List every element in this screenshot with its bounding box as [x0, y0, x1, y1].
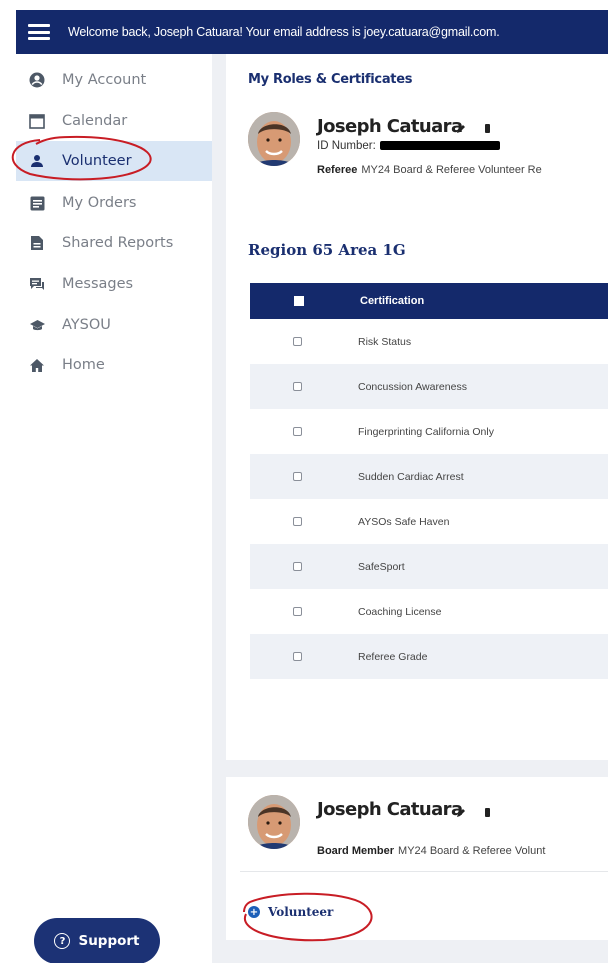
sidebar-item-label: My Orders [62, 195, 137, 211]
pencil-icon[interactable] [456, 124, 466, 134]
sidebar: My Account Calendar Volunteer My Orders … [16, 54, 212, 963]
cert-name: Risk Status [358, 335, 412, 348]
row-checkbox[interactable] [293, 382, 302, 391]
person-icon [28, 152, 46, 170]
board-member-card: Joseph Catuara Board Member MY24 Board & … [226, 777, 608, 940]
avatar [248, 795, 300, 849]
role-row: Board Member MY24 Board & Referee Volunt [317, 845, 545, 857]
cert-name: Concussion Awareness [358, 380, 467, 393]
id-number: ID Number: [317, 140, 500, 152]
cert-name: SafeSport [358, 560, 405, 573]
role-description: MY24 Board & Referee Volunt [398, 845, 546, 857]
cert-name: Referee Grade [358, 650, 428, 663]
plus-circle-icon: + [248, 906, 260, 918]
row-checkbox[interactable] [293, 472, 302, 481]
row-checkbox[interactable] [293, 652, 302, 661]
region-title: Region 65 Area 1G [248, 241, 406, 259]
welcome-message: Welcome back, Joseph Catuara! Your email… [68, 25, 500, 39]
hamburger-menu-icon[interactable] [28, 24, 50, 40]
sidebar-item-aysou[interactable]: AYSOU [16, 305, 212, 345]
sidebar-item-my-account[interactable]: My Account [16, 60, 212, 100]
cert-name: Sudden Cardiac Arrest [358, 470, 464, 483]
row-checkbox[interactable] [293, 337, 302, 346]
support-label: Support [78, 933, 140, 949]
redacted-id [379, 141, 500, 151]
sidebar-item-label: AYSOU [62, 317, 111, 333]
sidebar-item-label: Volunteer [62, 153, 132, 169]
role-description: MY24 Board & Referee Volunteer Re [361, 164, 542, 176]
top-bar: Welcome back, Joseph Catuara! Your email… [16, 10, 608, 54]
orders-icon [28, 194, 46, 212]
sidebar-item-calendar[interactable]: Calendar [16, 101, 212, 141]
row-checkbox[interactable] [293, 517, 302, 526]
volunteer-link-label: Volunteer [268, 905, 334, 919]
table-body: Risk Status Concussion Awareness Fingerp… [250, 319, 608, 679]
support-button[interactable]: ? Support [34, 918, 160, 963]
role-row: Referee MY24 Board & Referee Volunteer Re [317, 164, 542, 176]
calendar-icon [28, 112, 46, 130]
sidebar-item-volunteer[interactable]: Volunteer [16, 141, 212, 181]
sidebar-item-messages[interactable]: Messages [16, 264, 212, 304]
trash-icon[interactable] [485, 124, 490, 133]
sidebar-item-shared-reports[interactable]: Shared Reports [16, 223, 212, 263]
table-row: Referee Grade [250, 634, 608, 679]
page-title: My Roles & Certificates [248, 72, 413, 87]
sidebar-item-home[interactable]: Home [16, 345, 212, 385]
role-name: Referee [317, 164, 358, 176]
sidebar-item-label: Messages [62, 276, 134, 292]
main-content: My Roles & Certificates Joseph Catuara I… [212, 54, 608, 963]
volunteer-link[interactable]: + Volunteer [248, 905, 333, 919]
sidebar-item-label: Calendar [62, 113, 128, 129]
sidebar-item-label: Shared Reports [62, 235, 174, 251]
sidebar-item-label: Home [62, 357, 105, 373]
table-row: Sudden Cardiac Arrest [250, 454, 608, 499]
table-row: SafeSport [250, 544, 608, 589]
cert-name: AYSOs Safe Haven [358, 515, 450, 528]
table-row: Fingerprinting California Only [250, 409, 608, 454]
sidebar-item-label: My Account [62, 72, 147, 88]
table-row: Risk Status [250, 319, 608, 364]
role-name: Board Member [317, 845, 395, 857]
table-row: Coaching License [250, 589, 608, 634]
certification-table: Certification Risk Status Concussion Awa… [250, 283, 608, 679]
cert-name: Coaching License [358, 605, 442, 618]
row-checkbox[interactable] [293, 427, 302, 436]
id-label: ID Number: [317, 140, 376, 152]
table-header: Certification [250, 283, 608, 319]
cert-name: Fingerprinting California Only [358, 425, 494, 438]
table-row: AYSOs Safe Haven [250, 499, 608, 544]
table-row: Concussion Awareness [250, 364, 608, 409]
user-circle-icon [28, 71, 46, 89]
graduation-cap-icon [28, 316, 46, 334]
row-checkbox[interactable] [293, 562, 302, 571]
report-icon [28, 234, 46, 252]
volunteer-name: Joseph Catuara [317, 799, 463, 820]
pencil-icon[interactable] [456, 808, 466, 818]
roles-card: My Roles & Certificates Joseph Catuara I… [226, 54, 608, 760]
sidebar-item-my-orders[interactable]: My Orders [16, 183, 212, 223]
home-icon [28, 356, 46, 374]
question-icon: ? [54, 933, 71, 949]
trash-icon[interactable] [485, 808, 490, 817]
volunteer-name: Joseph Catuara [317, 116, 463, 137]
column-header-certification: Certification [360, 295, 425, 307]
row-checkbox[interactable] [293, 607, 302, 616]
divider [240, 871, 608, 872]
select-all-checkbox[interactable] [294, 296, 304, 306]
messages-icon [28, 275, 46, 293]
avatar [248, 112, 300, 166]
